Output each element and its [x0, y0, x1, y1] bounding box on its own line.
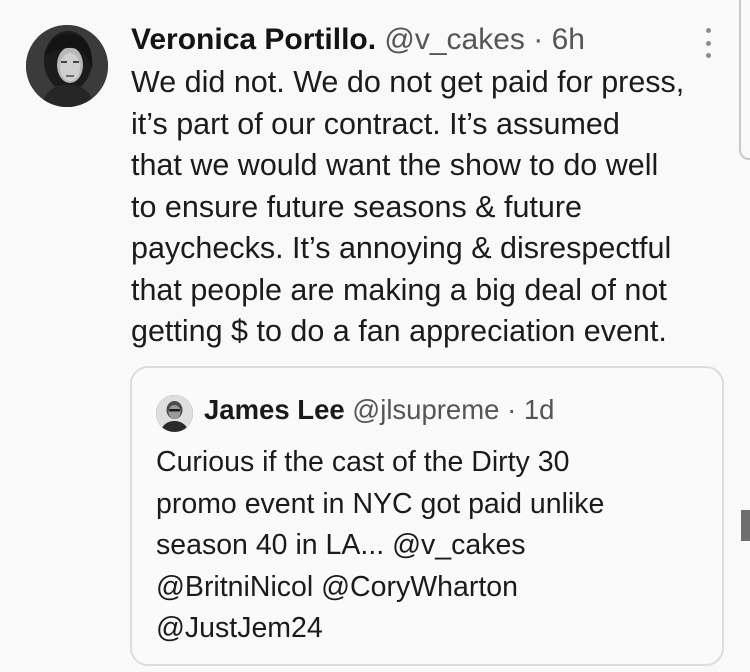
quoted-author-avatar-image	[156, 395, 193, 432]
more-dot	[705, 53, 711, 58]
author-display-name[interactable]: Veronica Portillo.	[131, 23, 376, 56]
tweet-text-line: getting $ to do a fan appreciation event…	[131, 314, 667, 348]
more-dot	[705, 28, 711, 33]
adjacent-panel-edge	[739, 0, 750, 160]
separator-dot: ·	[533, 23, 544, 56]
tweet-timestamp[interactable]: 6h	[552, 23, 585, 56]
tweet-text-line: it’s part of our contract. It’s assumed	[131, 106, 620, 141]
tweet-text-line: that people are making a big deal of not	[131, 272, 667, 307]
author-handle[interactable]: @v_cakes	[384, 23, 525, 56]
tweet-text-line: to ensure future seasons & future	[131, 189, 582, 224]
quoted-author-handle[interactable]: @jlsupreme	[352, 394, 499, 425]
tweet-text-line: paychecks. It’s annoying & disrespectful	[131, 231, 672, 265]
quoted-text-line: Curious if the cast of the Dirty 30	[156, 446, 570, 478]
author-avatar[interactable]	[26, 25, 108, 107]
separator-dot: ·	[507, 394, 517, 425]
quoted-text-line: season 40 in LA... @v_cakes	[156, 529, 526, 561]
tweet[interactable]: Veronica Portillo. @v_cakes · 6h We did …	[0, 0, 750, 672]
tweet-text-line: that we would want the show to do well	[131, 148, 659, 182]
tweet-text-line: We did not. We do not get paid for press…	[131, 65, 685, 99]
author-avatar-image	[26, 25, 108, 107]
more-dot	[705, 40, 711, 46]
quoted-tweet-header: James Lee @jlsupreme · 1d	[204, 392, 554, 428]
quoted-text-line: @BritniNicol @CoryWharton	[156, 570, 518, 603]
more-options-icon[interactable]	[700, 28, 716, 58]
quoted-text-line: promo event in NYC got paid unlike	[156, 487, 605, 520]
quoted-author-display-name[interactable]: James Lee	[204, 394, 345, 425]
quoted-text-line: @JustJem24	[156, 612, 323, 644]
scrollbar-thumb[interactable]	[741, 510, 750, 541]
quoted-author-avatar[interactable]	[156, 395, 193, 432]
quoted-tweet-timestamp[interactable]: 1d	[524, 394, 555, 425]
tweet-text: We did not. We do not get paid for press…	[131, 62, 731, 353]
quoted-tweet-text: Curious if the cast of the Dirty 30 prom…	[156, 442, 716, 650]
quoted-tweet-card[interactable]: James Lee @jlsupreme · 1d Curious if the…	[130, 366, 724, 666]
tweet-header: Veronica Portillo. @v_cakes · 6h	[131, 22, 585, 58]
